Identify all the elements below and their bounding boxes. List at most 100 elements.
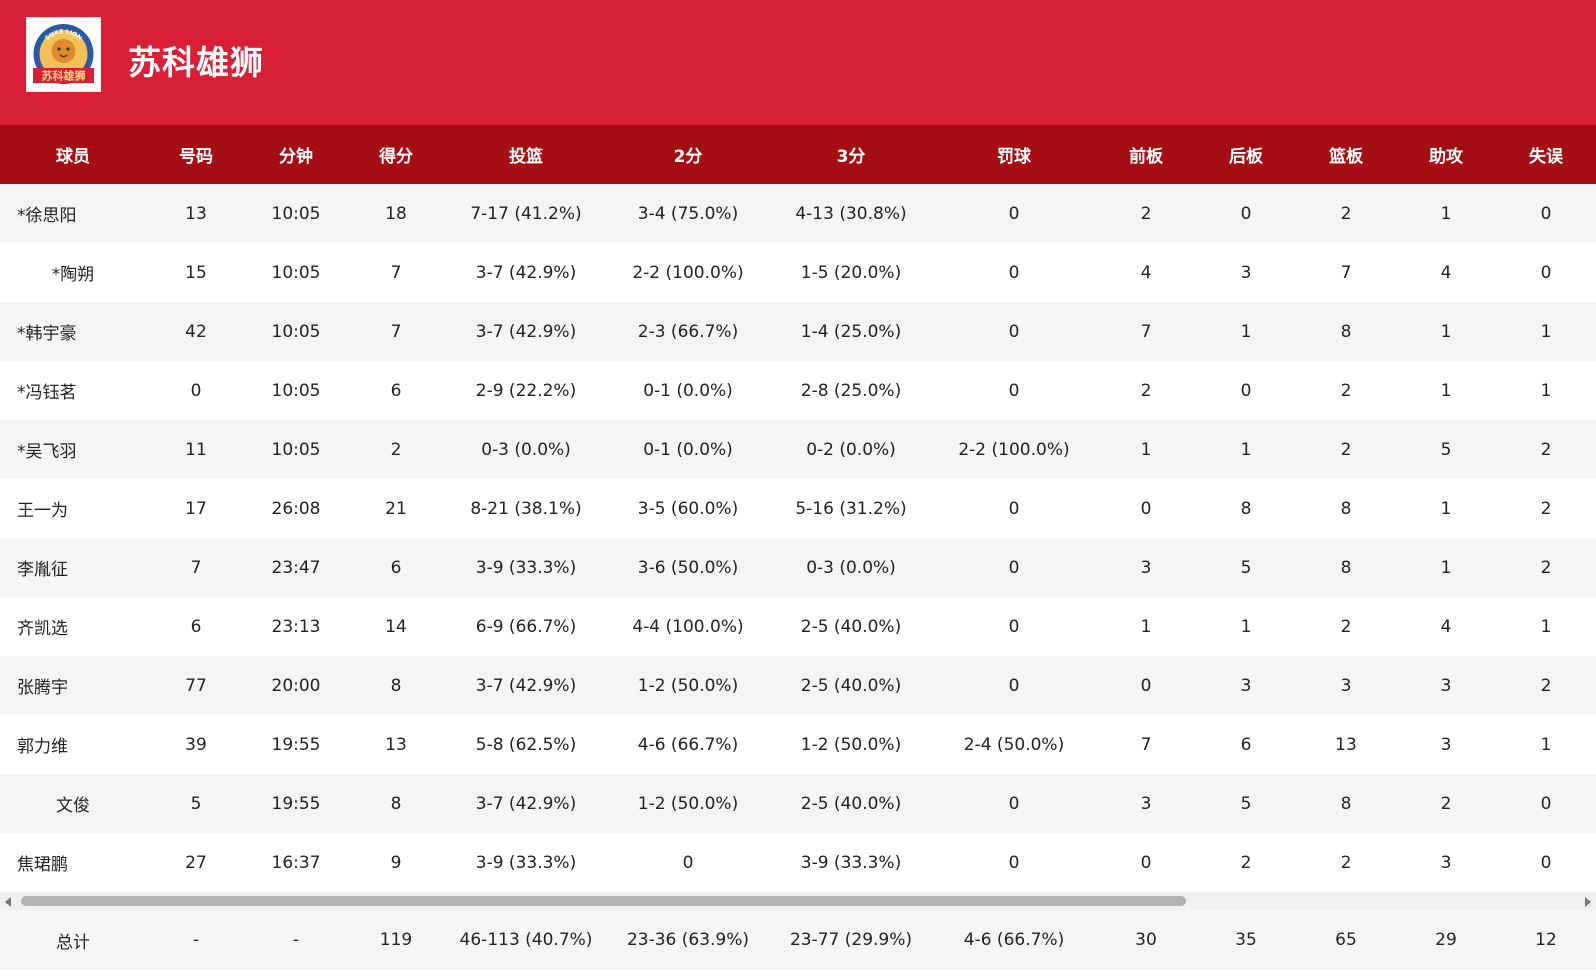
stat-cell: 2-2 (100.0%): [958, 439, 1070, 460]
stat-cell: 1: [1140, 616, 1152, 637]
stat-cell: 23:47: [271, 557, 321, 578]
stat-cell: 0-1 (0.0%): [643, 380, 733, 401]
totals-cell: 46-113 (40.7%): [459, 930, 593, 950]
table-row: *冯钰茗 0 10:05 6 2-9 (22.2%) 0-1 (0.0%) 2-8 (25.…: [0, 361, 1596, 420]
table-row: 齐凯选 6 23:13 14 6-9 (66.7%) 4-4 (100.0%) 2-5 (4…: [0, 597, 1596, 656]
stat-cell: 7: [1340, 262, 1352, 283]
stat-cell: 2: [1540, 439, 1552, 460]
totals-cell: 23-36 (63.9%): [626, 930, 750, 950]
stat-cell: 4: [1440, 616, 1452, 637]
totals-cell: -: [192, 930, 200, 950]
stat-cell: 19:55: [271, 734, 321, 755]
stat-cell: 1: [1440, 498, 1452, 519]
stat-cell: 7: [390, 321, 402, 342]
totals-cell: 119: [379, 930, 413, 950]
scroll-left-arrow-icon[interactable]: [5, 897, 11, 907]
table-row: 焦珺鹏 27 16:37 9 3-9 (33.3%) 0 3-9 (33.3%) 0 0 2 2 3 0: [0, 833, 1596, 892]
stat-cell: 77: [185, 675, 207, 696]
stat-cell: 3-9 (33.3%): [475, 852, 577, 873]
stat-cell: 1: [1440, 557, 1452, 578]
stat-cell: 3: [1340, 675, 1352, 696]
lion-logo-icon: SUKE LION 苏科雄狮: [33, 24, 94, 84]
stat-cell: 3-7 (42.9%): [475, 675, 577, 696]
stat-cell: 0: [1008, 321, 1020, 342]
stat-cell: 1: [1440, 380, 1452, 401]
stat-cell: 1: [1540, 616, 1552, 637]
stat-cell: 2: [1140, 203, 1152, 224]
stat-cell: 0: [1008, 380, 1020, 401]
table-row: 张腾宇 77 20:00 8 3-7 (42.9%) 1-2 (50.0%) 2-5 (40…: [0, 656, 1596, 715]
stat-cell: 2: [1440, 793, 1452, 814]
stat-cell: 1: [1240, 439, 1252, 460]
totals-row: 总计 - - 119 46-113 (40.7%) 23-36 (63.9%) 23-77 …: [0, 910, 1596, 970]
stat-cell: 8: [390, 793, 402, 814]
player-name: *徐思阳: [17, 206, 77, 226]
stat-cell: 3: [1440, 852, 1452, 873]
stat-cell: 27: [185, 852, 207, 873]
stat-cell: 1-2 (50.0%): [637, 793, 739, 814]
stat-cell: 2: [1340, 203, 1352, 224]
stat-cell: 8: [1340, 557, 1352, 578]
player-name: 李胤征: [17, 560, 68, 580]
column-header: 投篮: [509, 147, 543, 167]
stat-cell: 5: [1240, 557, 1252, 578]
stat-cell: 2-8 (25.0%): [800, 380, 902, 401]
player-name: 张腾宇: [17, 678, 68, 698]
stat-cell: 7: [1140, 734, 1152, 755]
scroll-right-arrow-icon[interactable]: [1585, 897, 1591, 907]
stat-cell: 10:05: [271, 321, 321, 342]
stat-cell: 0: [190, 380, 202, 401]
stat-cell: 16:37: [271, 852, 321, 873]
stat-cell: 2: [1540, 498, 1552, 519]
player-name: 王一为: [17, 501, 68, 521]
column-header: 号码: [179, 147, 213, 167]
stat-cell: 13: [185, 203, 207, 224]
stat-cell: 8: [390, 675, 402, 696]
stat-cell: 0-3 (0.0%): [481, 439, 571, 460]
stat-cell: 10:05: [271, 439, 321, 460]
stat-cell: 7: [190, 557, 202, 578]
table-row: 王一为 17 26:08 21 8-21 (38.1%) 3-5 (60.0%) 5-16 …: [0, 479, 1596, 538]
scrollbar-thumb[interactable]: [21, 896, 1186, 906]
table-row: *徐思阳 13 10:05 18 7-17 (41.2%) 3-4 (75.0%) 4-13…: [0, 184, 1596, 243]
stat-cell: 4: [1140, 262, 1152, 283]
stat-cell: 19:55: [271, 793, 321, 814]
stat-cell: 3-4 (75.0%): [637, 203, 739, 224]
stat-cell: 3-6 (50.0%): [637, 557, 739, 578]
player-name: 郭力维: [17, 737, 68, 757]
horizontal-scrollbar[interactable]: [0, 892, 1596, 910]
stat-cell: 3-7 (42.9%): [475, 262, 577, 283]
stat-cell: 2-3 (66.7%): [637, 321, 739, 342]
totals-cell: 12: [1535, 930, 1557, 950]
stat-cell: 42: [185, 321, 207, 342]
stat-cell: 0: [1008, 852, 1020, 873]
column-header: 球员: [56, 147, 90, 167]
stat-cell: 5: [1240, 793, 1252, 814]
player-name: *韩宇豪: [17, 324, 77, 344]
stat-cell: 0: [1008, 203, 1020, 224]
stat-cell: 2: [1340, 380, 1352, 401]
player-name: 文俊: [56, 796, 90, 816]
stat-cell: 7-17 (41.2%): [470, 203, 582, 224]
stat-cell: 0: [1540, 203, 1552, 224]
stat-cell: 1-2 (50.0%): [637, 675, 739, 696]
column-header: 后板: [1229, 147, 1263, 167]
stat-cell: 2: [1340, 616, 1352, 637]
stat-cell: 21: [385, 498, 407, 519]
stat-cell: 1: [1540, 734, 1552, 755]
totals-cell: 30: [1135, 930, 1157, 950]
stat-cell: 14: [385, 616, 407, 637]
stat-cell: 0: [1240, 203, 1252, 224]
totals-cell: -: [292, 930, 300, 950]
stat-cell: 7: [1140, 321, 1152, 342]
stat-cell: 8: [1340, 793, 1352, 814]
stat-cell: 10:05: [271, 262, 321, 283]
stat-cell: 8-21 (38.1%): [470, 498, 582, 519]
stat-cell: 3: [1440, 675, 1452, 696]
stat-cell: 0: [1240, 380, 1252, 401]
column-header: 助攻: [1429, 147, 1463, 167]
stat-cell: 3: [1240, 262, 1252, 283]
stat-cell: 2: [1140, 380, 1152, 401]
team-name: 苏科雄狮: [128, 43, 264, 82]
column-header: 分钟: [279, 147, 313, 167]
